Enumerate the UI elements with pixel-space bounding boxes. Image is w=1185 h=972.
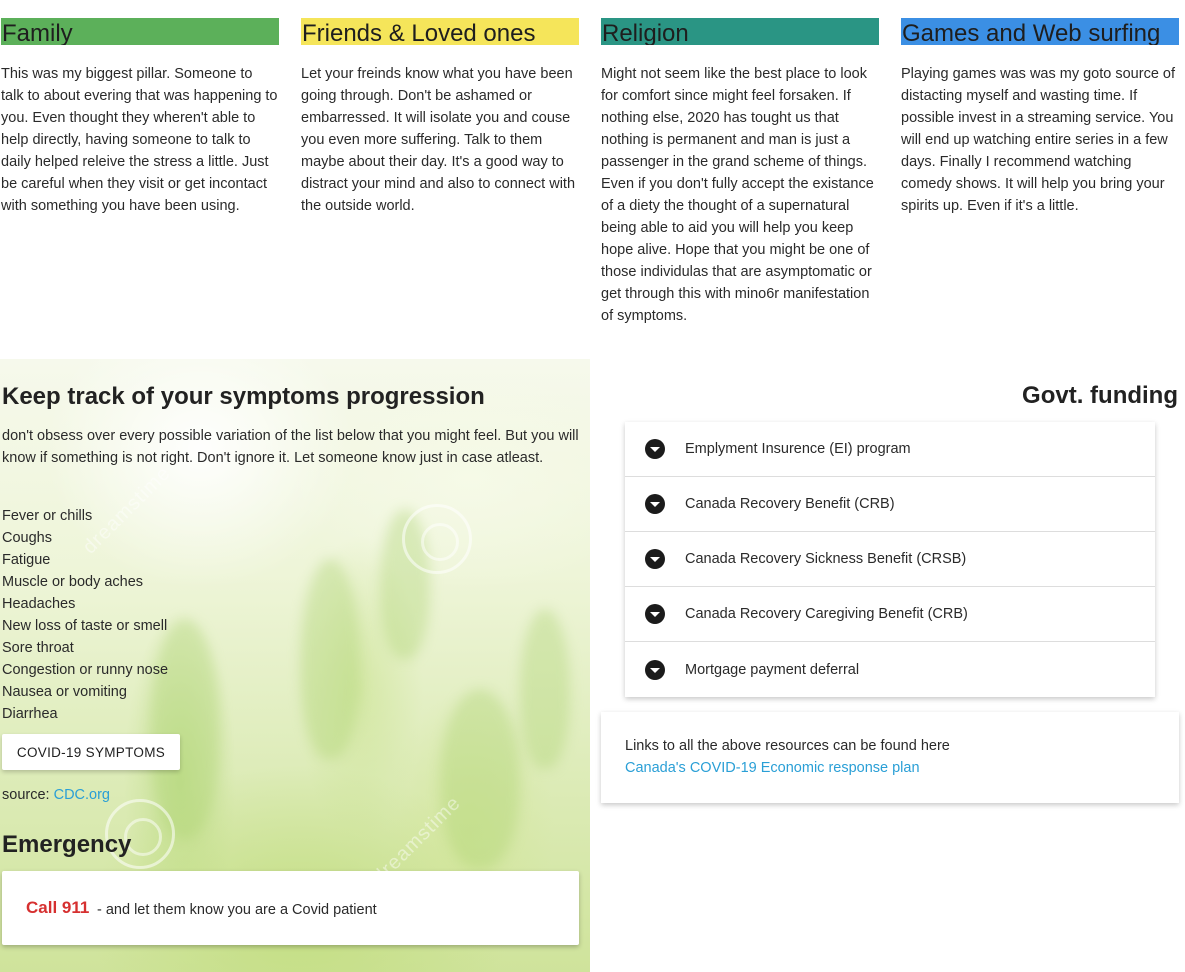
accordion-item-crsb[interactable]: Canada Recovery Sickness Benefit (CRSB) — [625, 532, 1155, 587]
list-item: Muscle or body aches — [2, 574, 144, 590]
funding-accordion: Emplyment Insurence (EI) program Canada … — [625, 422, 1155, 697]
card-title: Friends & Loved ones — [301, 18, 579, 45]
symptoms-title: Keep track of your symptoms progression — [2, 383, 485, 410]
accordion-label: Emplyment Insurence (EI) program — [685, 441, 911, 457]
resources-text: Links to all the above resources can be … — [625, 738, 950, 754]
symptoms-list: Fever or chills Coughs Fatigue Muscle or… — [2, 505, 168, 725]
card-text: Might not seem like the best place to lo… — [601, 66, 874, 324]
background-petal — [440, 689, 520, 869]
emergency-card: Call 911 - and let them know you are a C… — [2, 871, 579, 945]
source-line: source: CDC.org — [2, 787, 110, 803]
card-religion: Religion Might not seem like the best pl… — [601, 18, 879, 327]
symptoms-intro: don't obsess over every possible variati… — [2, 428, 579, 466]
accordion-label: Canada Recovery Benefit (CRB) — [685, 496, 895, 512]
economic-response-link[interactable]: Canada's COVID-19 Economic response plan — [625, 760, 920, 776]
list-item: Diarrhea — [2, 706, 58, 722]
resources-card: Links to all the above resources can be … — [601, 712, 1179, 803]
govt-funding-title: Govt. funding — [1022, 382, 1178, 409]
card-text: This was my biggest pillar. Someone to t… — [1, 66, 278, 214]
chevron-down-circle-icon — [645, 659, 665, 680]
card-games: Games and Web surfing Playing games was … — [901, 18, 1179, 217]
card-title: Games and Web surfing — [901, 18, 1179, 45]
call-911-text: Call 911 — [26, 898, 90, 917]
card-title: Family — [1, 18, 279, 45]
symptoms-panel: dreamstime dreamstime Keep track of your… — [0, 359, 590, 972]
chevron-down-circle-icon — [645, 494, 665, 514]
list-item: Coughs — [2, 530, 52, 546]
card-text: Playing games was was my goto source of … — [901, 66, 1176, 214]
source-label: source: — [2, 787, 50, 803]
card-title: Religion — [601, 18, 879, 45]
accordion-item-ei[interactable]: Emplyment Insurence (EI) program — [625, 422, 1155, 477]
accordion-item-mortgage[interactable]: Mortgage payment deferral — [625, 642, 1155, 697]
list-item: Fever or chills — [2, 508, 93, 524]
accordion-label: Canada Recovery Sickness Benefit (CRSB) — [685, 551, 967, 567]
watermark-logo-icon — [402, 504, 472, 574]
card-family: Family This was my biggest pillar. Someo… — [1, 18, 279, 217]
list-item: Nausea or vomiting — [2, 684, 127, 700]
card-text: Let your freinds know what you have been… — [301, 66, 576, 214]
chevron-down-circle-icon — [645, 439, 665, 459]
accordion-item-crb[interactable]: Canada Recovery Benefit (CRB) — [625, 477, 1155, 532]
covid-symptoms-button[interactable]: COVID-19 SYMPTOMS — [2, 734, 180, 770]
list-item: New loss of taste or smell — [2, 618, 168, 634]
cdc-link[interactable]: CDC.org — [54, 787, 110, 803]
chevron-down-circle-icon — [645, 549, 665, 569]
card-friends: Friends & Loved ones Let your freinds kn… — [301, 18, 579, 217]
accordion-label: Canada Recovery Caregiving Benefit (CRB) — [685, 606, 968, 622]
accordion-item-crcb[interactable]: Canada Recovery Caregiving Benefit (CRB) — [625, 587, 1155, 642]
emergency-title: Emergency — [2, 831, 132, 858]
background-petal — [300, 559, 360, 759]
list-item: Fatigue — [2, 552, 51, 568]
background-petal — [520, 609, 570, 769]
list-item: Congestion or runny nose — [2, 662, 169, 678]
chevron-down-circle-icon — [645, 604, 665, 624]
list-item: Sore throat — [2, 640, 74, 656]
accordion-label: Mortgage payment deferral — [685, 661, 860, 678]
emergency-message: - and let them know you are a Covid pati… — [97, 902, 377, 918]
list-item: Headaches — [2, 596, 76, 612]
